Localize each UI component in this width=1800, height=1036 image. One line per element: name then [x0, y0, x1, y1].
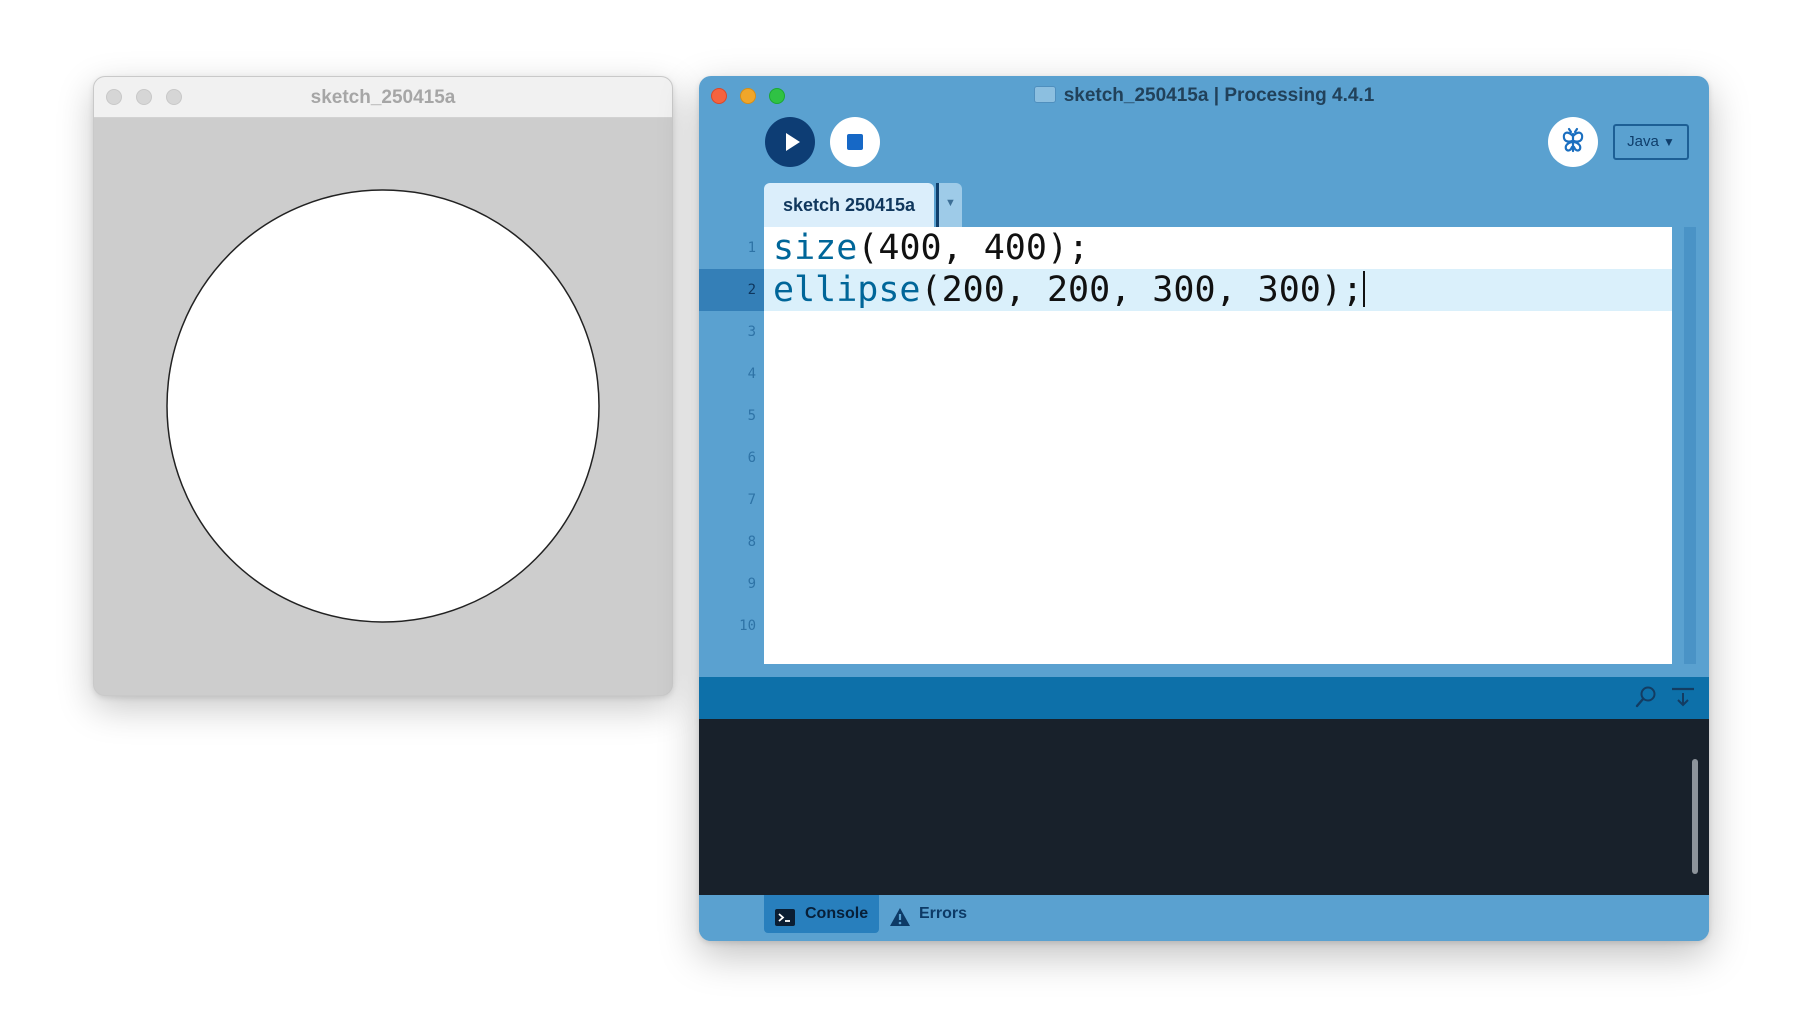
tab-menu-icon: ▼ — [945, 197, 956, 209]
ide-title: sketch_250415a | Processing 4.4.1 — [699, 85, 1709, 107]
clear-console-icon[interactable] — [1669, 684, 1697, 715]
editor-scrollbar[interactable] — [1684, 227, 1696, 664]
line-number: 3 — [747, 324, 756, 340]
console-output[interactable] — [699, 719, 1709, 895]
code-line[interactable]: size(400, 400); — [764, 227, 1672, 269]
footer-bar: Console Errors — [699, 895, 1709, 941]
processing-ide-window: sketch_250415a | Processing 4.4.1 Java ▼… — [699, 76, 1709, 941]
errors-tab-label: Errors — [919, 905, 968, 922]
line-number: 6 — [747, 450, 756, 466]
stop-button[interactable] — [830, 117, 880, 167]
line-number: 8 — [747, 534, 756, 550]
line-number: 10 — [739, 618, 756, 634]
line-number-current: 2 — [699, 269, 764, 311]
errors-tab[interactable]: Errors — [889, 895, 989, 933]
sketch-titlebar[interactable]: sketch_250415a — [94, 77, 672, 118]
sketch-window: sketch_250415a — [93, 76, 673, 696]
console-scrollbar[interactable] — [1692, 759, 1698, 874]
ide-titlebar[interactable]: sketch_250415a | Processing 4.4.1 — [699, 76, 1709, 116]
caret-down-icon: ▼ — [1662, 135, 1675, 149]
warning-icon — [889, 904, 911, 941]
document-icon — [1033, 86, 1056, 103]
mode-label: Java — [1627, 133, 1659, 150]
console-header — [699, 677, 1709, 719]
line-number: 4 — [747, 366, 756, 382]
code-function: ellipse — [773, 270, 921, 310]
ide-title-text: sketch_250415a | Processing 4.4.1 — [1063, 85, 1375, 106]
sketch-canvas[interactable] — [94, 118, 672, 695]
line-number-gutter: 1 2 3 4 5 6 7 8 9 10 — [699, 227, 764, 664]
code-arguments: (200, 200, 300, 300); — [920, 270, 1364, 310]
mode-selector[interactable]: Java ▼ — [1613, 124, 1689, 160]
sketch-window-title: sketch_250415a — [310, 87, 456, 108]
line-number: 1 — [747, 240, 756, 256]
line-number: 5 — [747, 408, 756, 424]
code-editor[interactable]: size(400, 400); ellipse(200, 200, 300, 3… — [764, 227, 1672, 664]
tab-menu-button[interactable]: ▼ — [936, 183, 962, 227]
debug-button[interactable] — [1548, 117, 1598, 167]
run-button[interactable] — [765, 117, 815, 167]
butterfly-icon — [1562, 127, 1584, 153]
drawn-ellipse — [166, 189, 600, 623]
find-icon[interactable] — [1633, 684, 1659, 715]
play-icon — [786, 133, 800, 151]
code-line-current[interactable]: ellipse(200, 200, 300, 300); — [764, 269, 1672, 311]
code-function: size — [773, 228, 858, 268]
sketch-drawing — [166, 189, 600, 623]
tab-sketch[interactable]: sketch 250415a — [764, 183, 934, 227]
line-number: 9 — [747, 576, 756, 592]
console-tab-label: Console — [805, 905, 869, 922]
code-arguments: (400, 400); — [857, 228, 1090, 268]
console-tab[interactable]: Console — [764, 895, 879, 933]
stop-icon — [847, 134, 863, 150]
line-number: 7 — [747, 492, 756, 508]
terminal-icon — [774, 904, 796, 941]
text-caret — [1363, 271, 1366, 307]
